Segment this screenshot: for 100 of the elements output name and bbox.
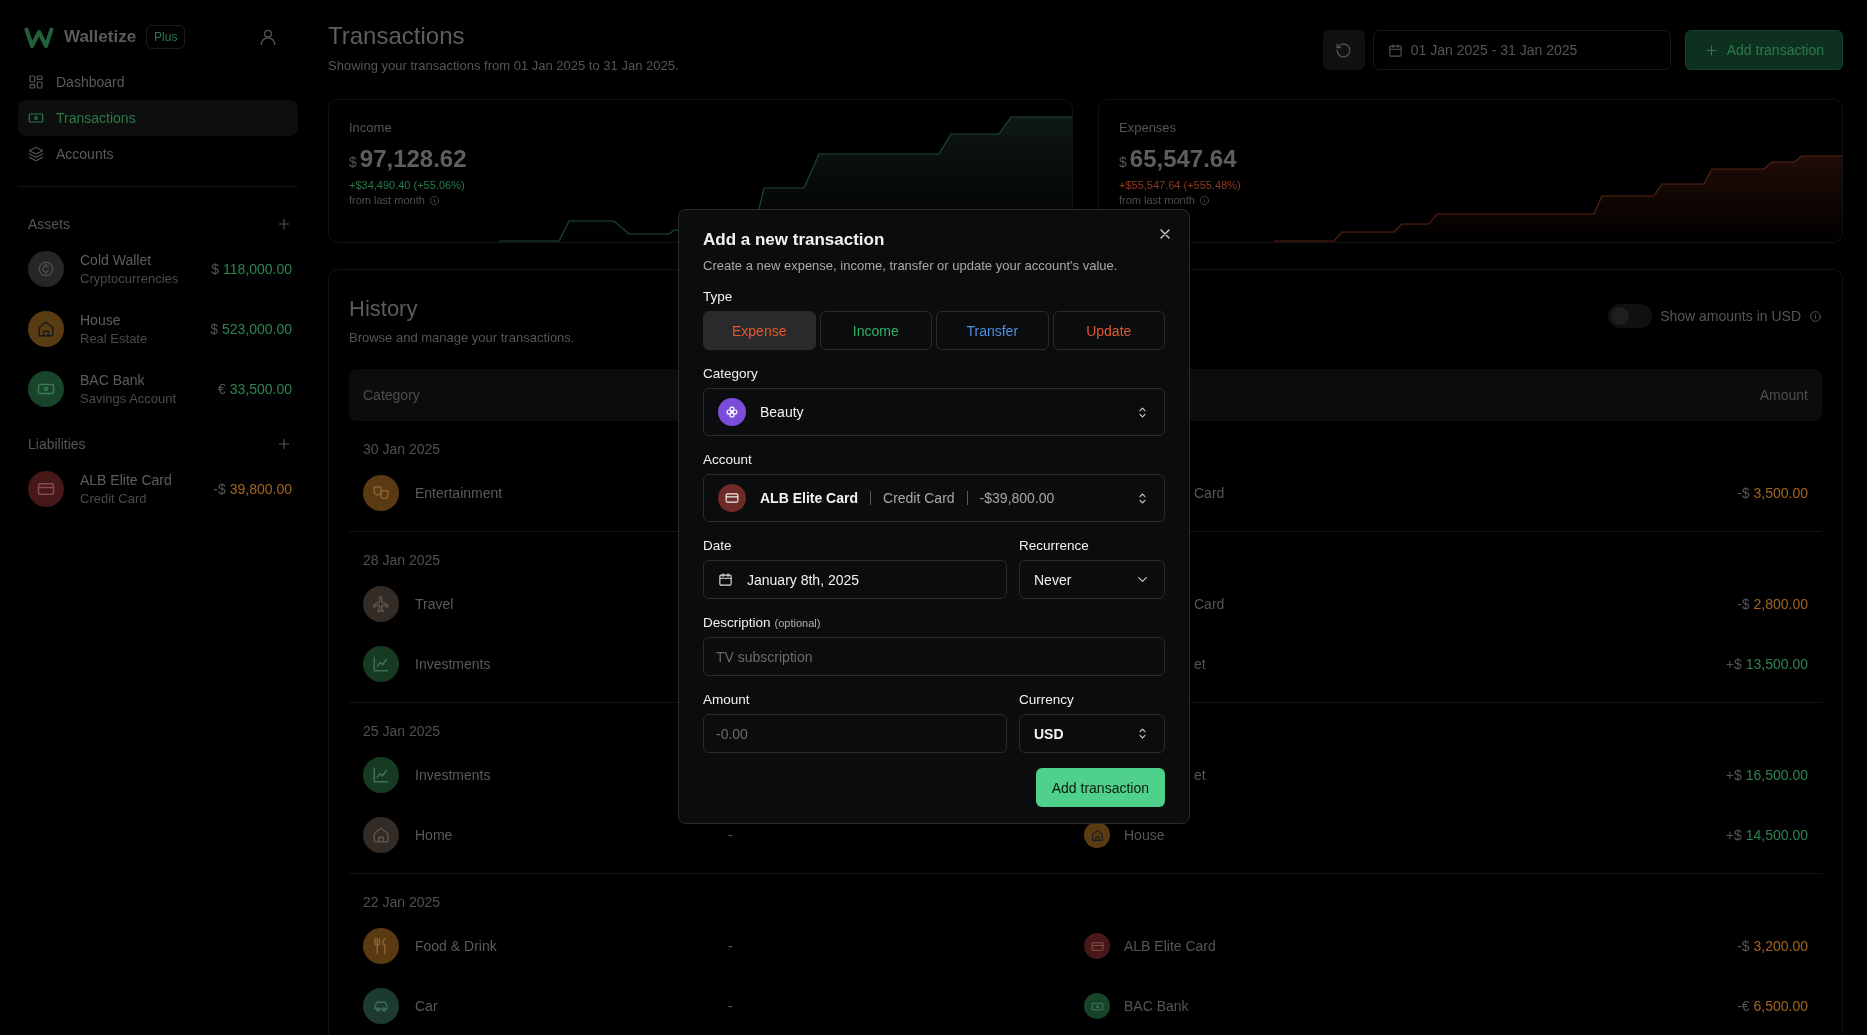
coin-icon bbox=[28, 251, 64, 287]
section-title: Liabilities bbox=[28, 436, 86, 452]
field-label: Currency bbox=[1019, 692, 1074, 707]
line-chart-icon bbox=[363, 757, 399, 793]
category-name: Food & Drink bbox=[415, 938, 497, 954]
banknote-icon bbox=[1084, 993, 1110, 1019]
type-tab[interactable]: Transfer bbox=[936, 311, 1049, 350]
account-name: BAC Bank bbox=[1124, 998, 1189, 1014]
stat-label: Income bbox=[349, 120, 393, 135]
stat-note: from last month bbox=[1119, 194, 1195, 206]
nav-item[interactable]: Transactions bbox=[18, 100, 298, 136]
column-header: Category bbox=[363, 387, 420, 403]
flower-icon bbox=[718, 398, 746, 426]
nav-item[interactable]: Dashboard bbox=[18, 64, 298, 100]
section-subtitle: Browse and manage your transactions. bbox=[349, 330, 575, 345]
calendar-icon bbox=[718, 572, 733, 587]
credit-card-icon bbox=[1084, 933, 1110, 959]
account-balance: € 33,500.00 bbox=[218, 381, 292, 397]
calendar-icon bbox=[1387, 42, 1403, 58]
stat-value: $97,128.62 bbox=[349, 145, 467, 173]
account-type: Cryptocurrencies bbox=[80, 271, 179, 286]
account-name: Card bbox=[1194, 485, 1225, 501]
amount-cell: -$ 2,800.00 bbox=[1737, 596, 1808, 612]
account-type: Real Estate bbox=[80, 331, 148, 346]
field-label: Account bbox=[703, 452, 752, 467]
amount-cell: -$ 3,500.00 bbox=[1737, 485, 1808, 501]
account-name: Card bbox=[1194, 596, 1225, 612]
brand-name: Walletize bbox=[64, 27, 137, 47]
info-icon bbox=[428, 194, 440, 206]
category-select[interactable]: Beauty bbox=[703, 388, 1165, 436]
house-icon bbox=[363, 817, 399, 853]
banknote-icon bbox=[28, 371, 64, 407]
description-cell: - bbox=[728, 998, 733, 1014]
date-heading: 28 Jan 2025 bbox=[363, 552, 441, 568]
account-name: et bbox=[1194, 767, 1206, 783]
nav-item[interactable]: Accounts bbox=[18, 136, 298, 172]
category-name: Entertainment bbox=[415, 485, 503, 501]
dialog-title: Add a new transaction bbox=[703, 230, 886, 250]
stat-value: $65,547.64 bbox=[1119, 145, 1238, 173]
plan-badge: Plus bbox=[146, 25, 186, 49]
optional-hint: (optional) bbox=[774, 617, 821, 629]
date-heading: 22 Jan 2025 bbox=[363, 894, 441, 910]
banknote-icon bbox=[28, 110, 44, 126]
masks-icon bbox=[363, 475, 399, 511]
line-chart-icon bbox=[363, 646, 399, 682]
column-header: Amount bbox=[1759, 387, 1808, 403]
account-name: et bbox=[1194, 656, 1206, 672]
user-icon[interactable] bbox=[258, 27, 278, 47]
description-field[interactable]: TV subscription bbox=[703, 637, 1165, 676]
add-transaction-button[interactable]: Add transaction bbox=[1035, 768, 1165, 807]
description-cell: - bbox=[728, 827, 733, 843]
amount-field[interactable]: -0.00 bbox=[703, 714, 1007, 753]
date-heading: 30 Jan 2025 bbox=[363, 441, 441, 457]
field-label: Type bbox=[703, 289, 733, 304]
section-title: Assets bbox=[28, 216, 70, 232]
house-icon bbox=[28, 311, 64, 347]
house-icon bbox=[1084, 822, 1110, 848]
type-tab[interactable]: Update bbox=[1052, 311, 1165, 350]
account-select[interactable]: ALB Elite Card Credit Card -$39,800.00 bbox=[703, 474, 1165, 522]
credit-card-icon bbox=[28, 471, 64, 507]
account-name: ALB Elite Card bbox=[80, 472, 172, 488]
info-icon bbox=[1809, 309, 1822, 323]
toggle-switch[interactable] bbox=[1608, 304, 1653, 328]
refresh-icon bbox=[1335, 41, 1353, 59]
account-type: Savings Account bbox=[80, 391, 177, 406]
field-label: Category bbox=[703, 366, 758, 381]
toggle-label: Show amounts in USD bbox=[1660, 308, 1801, 324]
info-icon bbox=[1198, 194, 1210, 206]
category-name: Investments bbox=[415, 656, 491, 672]
field-label: Recurrence bbox=[1019, 538, 1089, 553]
plus-icon bbox=[1703, 42, 1719, 58]
amount-cell: +$ 16,500.00 bbox=[1725, 767, 1808, 783]
page-subtitle: Showing your transactions from 01 Jan 2025 to 31 Jan 2025. bbox=[328, 58, 679, 73]
category-name: Home bbox=[415, 827, 453, 843]
grid-icon bbox=[28, 74, 44, 90]
account-name: BAC Bank bbox=[80, 372, 146, 388]
account-name: Cold Wallet bbox=[80, 252, 153, 268]
field-label: Amount bbox=[703, 692, 750, 707]
airplane-icon bbox=[363, 586, 399, 622]
page-title: Transactions bbox=[328, 22, 466, 50]
stat-note: from last month bbox=[349, 194, 425, 206]
category-name: Travel bbox=[415, 596, 454, 612]
refresh-button[interactable] bbox=[1322, 30, 1365, 70]
type-tab[interactable]: Income bbox=[819, 311, 932, 350]
recurrence-select[interactable]: Never bbox=[1019, 560, 1165, 599]
field-label: Date bbox=[703, 538, 732, 553]
category-name: Car bbox=[415, 998, 438, 1014]
plus-icon[interactable] bbox=[276, 216, 292, 232]
amount-cell: +$ 14,500.00 bbox=[1725, 827, 1808, 843]
stat-change: +$34,490.40 (+55.06%) bbox=[349, 179, 466, 191]
category-name: Investments bbox=[415, 767, 491, 783]
cutlery-icon bbox=[363, 928, 399, 964]
currency-select[interactable]: USD bbox=[1019, 714, 1165, 753]
amount-cell: -$ 3,200.00 bbox=[1737, 938, 1808, 954]
car-icon bbox=[363, 988, 399, 1024]
plus-icon[interactable] bbox=[276, 436, 292, 452]
account-type: Credit Card bbox=[80, 491, 148, 506]
date-picker[interactable]: January 8th, 2025 bbox=[703, 560, 1007, 599]
amount-cell: +$ 13,500.00 bbox=[1725, 656, 1808, 672]
type-tab[interactable]: Expense bbox=[703, 311, 816, 350]
